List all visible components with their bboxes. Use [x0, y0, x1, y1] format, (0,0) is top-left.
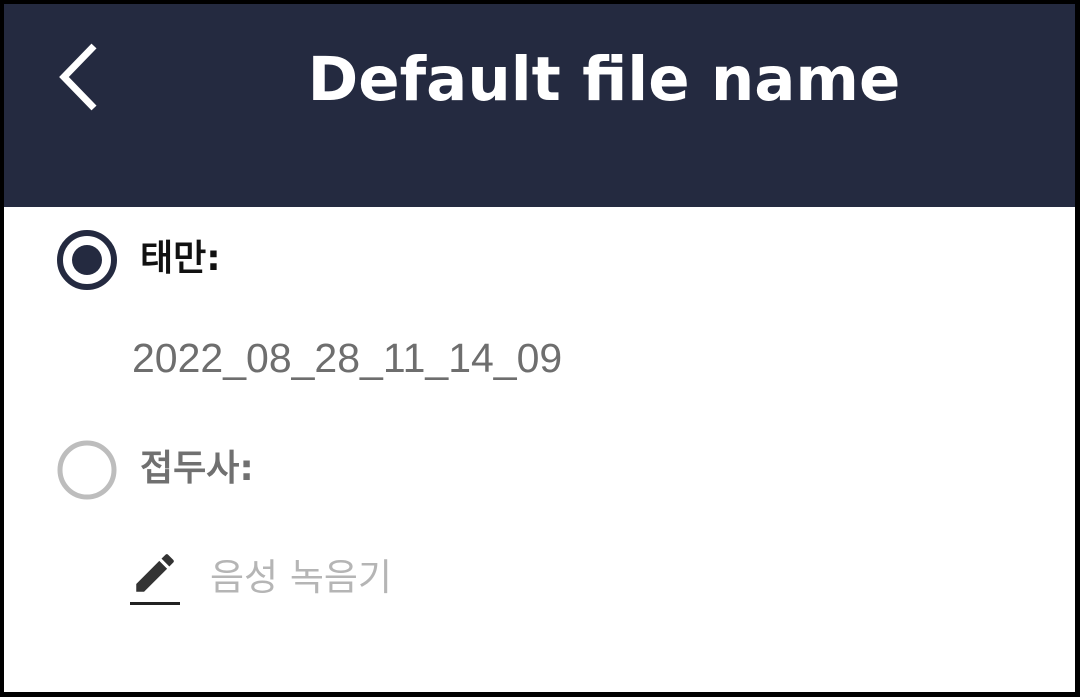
pencil-icon	[136, 554, 174, 592]
chevron-left-icon	[59, 43, 97, 111]
default-option-label: 태만:	[140, 238, 221, 279]
app-screen: Default file name 태만: 2022_08_28_11_14_0…	[4, 4, 1075, 692]
default-file-name-value: 2022_08_28_11_14_09	[132, 335, 563, 381]
input-underline	[130, 602, 180, 605]
prefix-input-row[interactable]	[128, 544, 728, 614]
prefix-option[interactable]: 접두사:	[50, 434, 550, 506]
radio-selected-icon[interactable]	[55, 228, 119, 292]
prefix-input[interactable]	[210, 550, 710, 604]
app-bar: Default file name	[4, 4, 1075, 207]
radio-unselected-icon[interactable]	[55, 438, 119, 502]
default-name-option[interactable]: 태만:	[50, 224, 550, 296]
prefix-option-label: 접두사:	[140, 448, 254, 489]
page-title: Default file name	[307, 44, 901, 115]
back-button[interactable]	[44, 34, 114, 120]
